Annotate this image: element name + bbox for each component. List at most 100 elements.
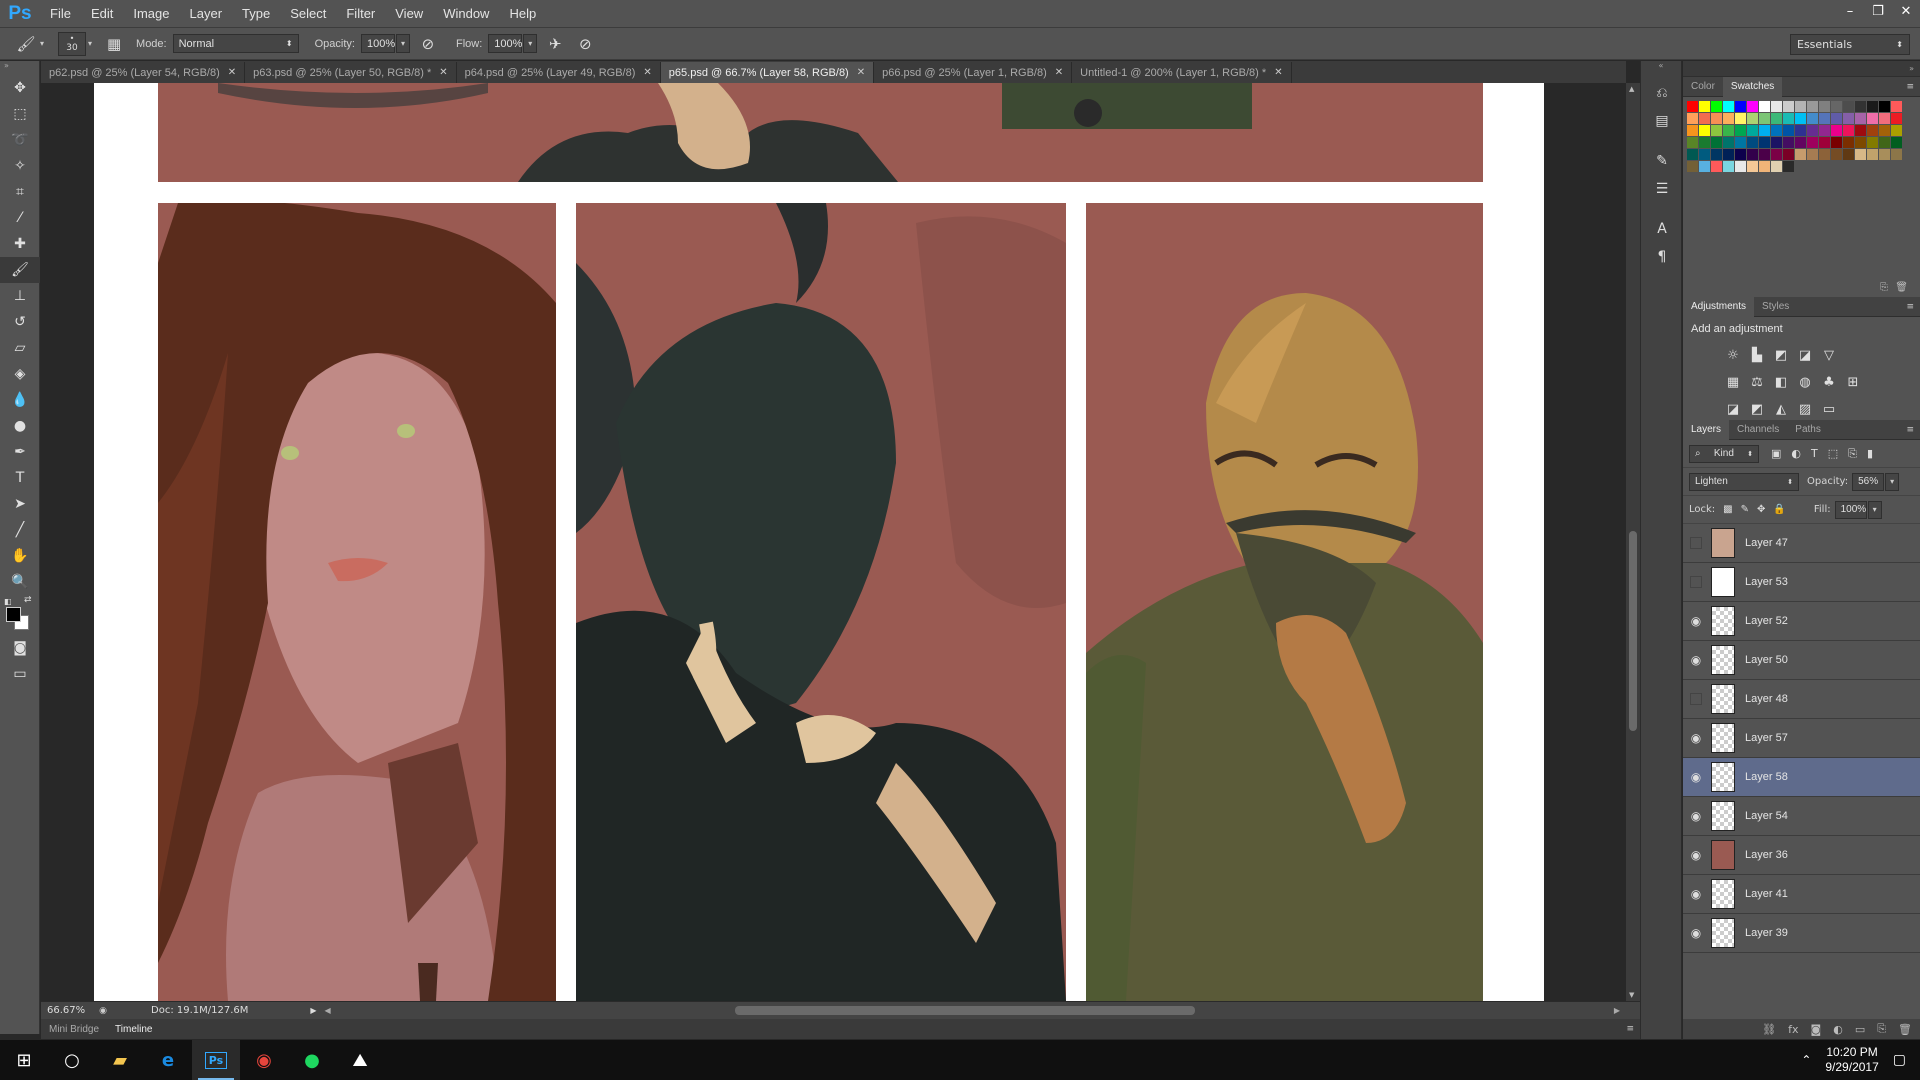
toolbar-collapse-icon[interactable]: » <box>0 61 39 75</box>
swatch[interactable] <box>1771 125 1782 136</box>
edge-browser-icon[interactable]: e <box>144 1040 192 1080</box>
menu-view[interactable]: View <box>385 6 433 21</box>
swatch[interactable] <box>1735 161 1746 172</box>
tab-swatches[interactable]: Swatches <box>1722 76 1783 97</box>
hscroll-right-icon[interactable]: ▶ <box>1614 1006 1620 1015</box>
crop-tool-icon[interactable]: ⌗ <box>0 179 40 205</box>
delete-layer-icon[interactable]: 🗑 <box>1898 1023 1912 1036</box>
filter-smart-object-icon[interactable]: ⎘ <box>1848 447 1857 461</box>
swatch[interactable] <box>1747 149 1758 160</box>
properties-panel-icon[interactable]: ▤ <box>1641 107 1683 135</box>
swatch[interactable] <box>1855 101 1866 112</box>
minimize-button[interactable]: – <box>1836 0 1864 22</box>
close-tab-icon[interactable]: ✕ <box>1055 67 1063 78</box>
swatch[interactable] <box>1723 113 1734 124</box>
swatch[interactable] <box>1723 161 1734 172</box>
windows-start-icon[interactable]: ⊞ <box>0 1040 48 1080</box>
swatch[interactable] <box>1783 125 1794 136</box>
color-balance-icon[interactable]: ⚖ <box>1745 371 1769 393</box>
hue-saturation-icon[interactable]: ▦ <box>1721 371 1745 393</box>
pen-tool-icon[interactable]: ✒ <box>0 439 40 465</box>
clock[interactable]: 10:20 PM 9/29/2017 <box>1825 1045 1878 1075</box>
doc-tab[interactable]: Untitled-1 @ 200% (Layer 1, RGB/8) * ✕ <box>1072 62 1292 83</box>
mode-select[interactable]: Normal ⬍ <box>172 34 299 53</box>
layer-row[interactable]: ◉ Layer 41 <box>1683 875 1920 914</box>
swatch[interactable] <box>1783 161 1794 172</box>
swatch[interactable] <box>1831 101 1842 112</box>
brush-panel-icon[interactable]: ☰ <box>1641 175 1683 203</box>
status-menu-icon[interactable]: ▶ <box>310 1006 316 1015</box>
menu-filter[interactable]: Filter <box>336 6 385 21</box>
swatch[interactable] <box>1699 113 1710 124</box>
swatch[interactable] <box>1843 125 1854 136</box>
swatch[interactable] <box>1891 125 1902 136</box>
swatches-menu-icon[interactable]: ≡ <box>1906 82 1914 92</box>
swatch[interactable] <box>1771 137 1782 148</box>
filter-adjustment-icon[interactable]: ◐ <box>1791 447 1801 460</box>
color-lookup-icon[interactable]: ⊞ <box>1841 371 1865 393</box>
swatch[interactable] <box>1879 125 1890 136</box>
posterize-icon[interactable]: ◩ <box>1745 398 1769 420</box>
swatch[interactable] <box>1699 149 1710 160</box>
close-tab-icon[interactable]: ✕ <box>857 67 865 78</box>
layer-row[interactable]: ◉ Layer 57 <box>1683 719 1920 758</box>
visibility-eye-icon[interactable]: ◉ <box>1683 770 1709 784</box>
chrome-icon[interactable]: ◉ <box>240 1040 288 1080</box>
photo-filter-icon[interactable]: ◍ <box>1793 371 1817 393</box>
clone-stamp-tool-icon[interactable]: ⊥ <box>0 283 40 309</box>
flow-input[interactable]: 100% <box>488 34 522 53</box>
visibility-eye-icon[interactable]: ◉ <box>1683 848 1709 862</box>
link-layers-icon[interactable]: ⛓ <box>1762 1023 1776 1036</box>
swatch[interactable] <box>1807 113 1818 124</box>
brush-tool-icon[interactable]: 🖌 <box>0 257 40 283</box>
swatch[interactable] <box>1783 101 1794 112</box>
action-center-icon[interactable]: ▢ <box>1893 1052 1906 1068</box>
photos-app-icon[interactable]: ⛰ <box>336 1040 384 1080</box>
vertical-scroll-thumb[interactable] <box>1629 531 1637 731</box>
flow-slider-icon[interactable]: ▾ <box>523 34 538 53</box>
spotify-icon[interactable]: ● <box>288 1040 336 1080</box>
scroll-down-icon[interactable]: ▼ <box>1629 991 1634 999</box>
brightness-contrast-icon[interactable]: ☼ <box>1721 344 1745 366</box>
channel-mixer-icon[interactable]: ♣ <box>1817 371 1841 393</box>
fill-slider-icon[interactable]: ▾ <box>1867 500 1882 519</box>
eyedropper-tool-icon[interactable]: ⁄ <box>0 205 40 231</box>
swatch[interactable] <box>1759 161 1770 172</box>
swatch[interactable] <box>1819 125 1830 136</box>
swatch[interactable] <box>1855 149 1866 160</box>
swatch[interactable] <box>1807 101 1818 112</box>
swatch[interactable] <box>1759 125 1770 136</box>
lock-transparent-icon[interactable]: ▩ <box>1723 504 1732 515</box>
brush-tool-preset-icon[interactable]: 🖌 <box>14 32 38 56</box>
swatch[interactable] <box>1831 137 1842 148</box>
close-tab-icon[interactable]: ✕ <box>643 67 651 78</box>
swatch[interactable] <box>1831 113 1842 124</box>
swatch[interactable] <box>1879 113 1890 124</box>
swatch[interactable] <box>1687 161 1698 172</box>
filter-type-icon[interactable]: T <box>1811 447 1818 460</box>
swatch[interactable] <box>1723 149 1734 160</box>
close-tab-icon[interactable]: ✕ <box>439 67 447 78</box>
swatch[interactable] <box>1843 149 1854 160</box>
workspace-select[interactable]: Essentials ⬍ <box>1790 34 1910 55</box>
layer-row[interactable]: Layer 48 <box>1683 680 1920 719</box>
menu-image[interactable]: Image <box>123 6 179 21</box>
swatch[interactable] <box>1843 113 1854 124</box>
levels-icon[interactable]: ▙ <box>1745 344 1769 366</box>
tab-channels[interactable]: Channels <box>1729 420 1787 440</box>
bottom-panel-menu-icon[interactable]: ≡ <box>1626 1024 1634 1034</box>
paint-bucket-tool-icon[interactable]: ◈ <box>0 361 40 387</box>
visibility-toggle[interactable] <box>1690 576 1702 588</box>
lock-pixels-icon[interactable]: ✎ <box>1741 504 1749 515</box>
history-brush-tool-icon[interactable]: ↺ <box>0 309 40 335</box>
tab-paths[interactable]: Paths <box>1787 420 1829 440</box>
magic-wand-tool-icon[interactable]: ✧ <box>0 153 40 179</box>
swatch[interactable] <box>1891 137 1902 148</box>
delete-swatch-icon[interactable]: 🗑 <box>1895 282 1908 293</box>
brush-presets-panel-icon[interactable]: ✎ <box>1641 147 1683 175</box>
doc-tab[interactable]: p66.psd @ 25% (Layer 1, RGB/8) ✕ <box>874 62 1073 83</box>
swatch[interactable] <box>1747 125 1758 136</box>
swatch[interactable] <box>1747 113 1758 124</box>
tab-color[interactable]: Color <box>1683 77 1723 97</box>
visibility-eye-icon[interactable]: ◉ <box>1683 653 1709 667</box>
